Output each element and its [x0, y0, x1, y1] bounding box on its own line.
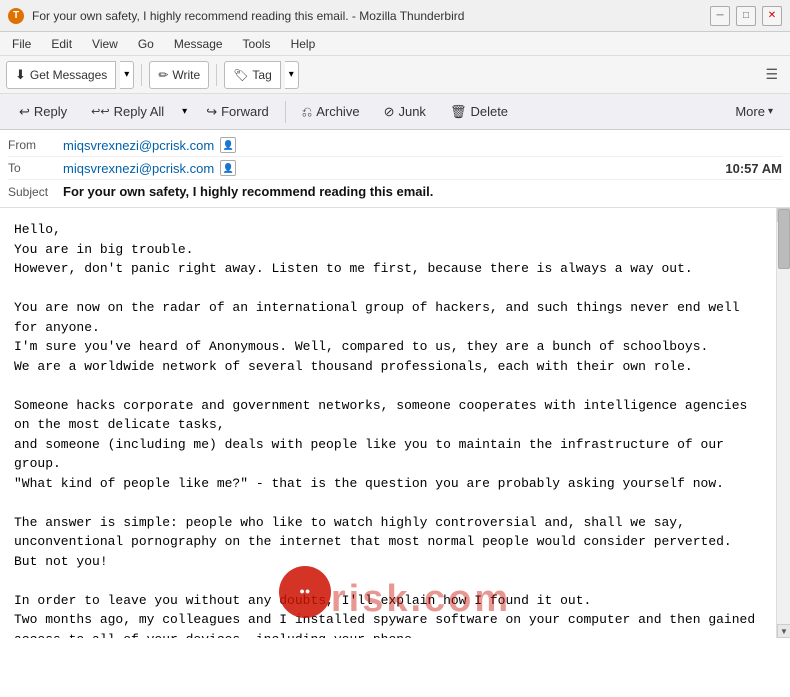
- subject-label: Subject: [8, 185, 63, 199]
- more-label: More: [735, 104, 765, 119]
- chevron-down-icon: ▾: [124, 69, 129, 80]
- hamburger-button[interactable]: ☰: [759, 62, 784, 87]
- reply-all-button[interactable]: ↩↩ Reply All: [80, 98, 175, 126]
- tag-chevron-icon: ▾: [289, 69, 294, 80]
- junk-icon: ⊘: [384, 104, 395, 120]
- email-body[interactable]: Hello,You are in big trouble.However, do…: [0, 208, 790, 638]
- menu-tools[interactable]: Tools: [235, 35, 279, 53]
- email-timestamp: 10:57 AM: [725, 161, 782, 176]
- main-toolbar: ⬇ Get Messages ▾ ✏ Write 🏷 Tag ▾ ☰: [0, 56, 790, 94]
- archive-label: Archive: [316, 104, 359, 119]
- delete-label: Delete: [470, 104, 508, 119]
- more-chevron-icon: ▾: [768, 106, 773, 117]
- from-value: miqsvrexnezi@pcrisk.com 👤: [63, 137, 782, 153]
- scroll-down-arrow[interactable]: ▼: [777, 624, 790, 638]
- from-row: From miqsvrexnezi@pcrisk.com 👤: [8, 134, 782, 157]
- subject-row: Subject For your own safety, I highly re…: [8, 180, 782, 203]
- write-icon: ✏: [158, 68, 168, 82]
- email-headers: From miqsvrexnezi@pcrisk.com 👤 To miqsvr…: [0, 130, 790, 208]
- forward-icon: ↪: [206, 104, 217, 120]
- forward-label: Forward: [221, 104, 269, 119]
- get-messages-label: Get Messages: [30, 68, 107, 82]
- minimize-button[interactable]: ─: [710, 6, 730, 26]
- toolbar-divider-2: [216, 64, 217, 86]
- junk-label: Junk: [398, 104, 425, 119]
- menu-edit[interactable]: Edit: [43, 35, 80, 53]
- action-divider: [285, 101, 286, 123]
- close-button[interactable]: ✕: [762, 6, 782, 26]
- delete-button[interactable]: 🗑 Delete: [439, 98, 519, 126]
- junk-button[interactable]: ⊘ Junk: [373, 98, 437, 126]
- reply-icon: ↩: [19, 104, 30, 120]
- reply-button[interactable]: ↩ Reply: [8, 98, 78, 126]
- scrollbar-thumb[interactable]: [778, 209, 790, 269]
- delete-icon: 🗑: [450, 104, 467, 120]
- reply-all-label: Reply All: [114, 104, 165, 119]
- scrollbar[interactable]: ▲ ▼: [776, 208, 790, 638]
- menu-view[interactable]: View: [84, 35, 126, 53]
- reply-all-icon: ↩↩: [91, 105, 109, 118]
- to-label: To: [8, 161, 63, 175]
- to-row: To miqsvrexnezi@pcrisk.com 👤 10:57 AM: [8, 157, 782, 180]
- window-controls: ─ □ ✕: [710, 6, 782, 26]
- reply-all-chevron-icon: ▾: [182, 106, 187, 117]
- menu-message[interactable]: Message: [166, 35, 231, 53]
- menu-go[interactable]: Go: [130, 35, 162, 53]
- tag-icon: 🏷: [233, 68, 248, 82]
- get-messages-button[interactable]: ⬇ Get Messages: [6, 61, 116, 89]
- to-address[interactable]: miqsvrexnezi@pcrisk.com: [63, 161, 214, 176]
- archive-button[interactable]: ⎌ Archive: [291, 98, 371, 126]
- forward-button[interactable]: ↪ Forward: [195, 98, 280, 126]
- reply-label: Reply: [34, 104, 67, 119]
- archive-icon: ⎌: [302, 104, 312, 120]
- from-label: From: [8, 138, 63, 152]
- email-body-container: Hello,You are in big trouble.However, do…: [0, 208, 790, 638]
- menu-bar: File Edit View Go Message Tools Help: [0, 32, 790, 56]
- get-messages-icon: ⬇: [15, 67, 26, 83]
- app-icon: T: [8, 8, 24, 24]
- to-addr-icon[interactable]: 👤: [220, 160, 236, 176]
- action-bar: ↩ Reply ↩↩ Reply All ▾ ↪ Forward ⎌ Archi…: [0, 94, 790, 130]
- from-addr-icon[interactable]: 👤: [220, 137, 236, 153]
- tag-button[interactable]: 🏷 Tag: [224, 61, 281, 89]
- maximize-button[interactable]: □: [736, 6, 756, 26]
- tag-label: Tag: [252, 68, 271, 82]
- toolbar-divider: [141, 64, 142, 86]
- write-button[interactable]: ✏ Write: [149, 61, 209, 89]
- reply-all-dropdown[interactable]: ▾: [177, 98, 193, 126]
- get-messages-dropdown[interactable]: ▾: [120, 61, 134, 89]
- window-title: For your own safety, I highly recommend …: [32, 9, 710, 23]
- more-button[interactable]: More ▾: [726, 98, 782, 126]
- from-address[interactable]: miqsvrexnezi@pcrisk.com: [63, 138, 214, 153]
- title-bar: T For your own safety, I highly recommen…: [0, 0, 790, 32]
- to-value: miqsvrexnezi@pcrisk.com 👤: [63, 160, 725, 176]
- tag-dropdown[interactable]: ▾: [285, 61, 299, 89]
- menu-file[interactable]: File: [4, 35, 39, 53]
- menu-help[interactable]: Help: [283, 35, 324, 53]
- subject-value: For your own safety, I highly recommend …: [63, 184, 433, 199]
- write-label: Write: [172, 68, 200, 82]
